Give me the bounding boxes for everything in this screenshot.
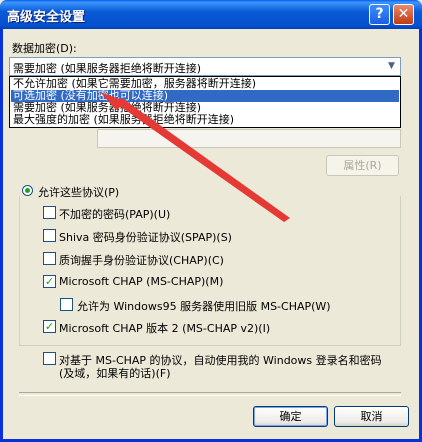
separator (19, 392, 401, 396)
pap-checkbox[interactable] (43, 206, 56, 219)
mschap-v2-label: Microsoft CHAP 版本 2 (MS-CHAP v2)(I) (59, 322, 271, 335)
encryption-option[interactable]: 最大强度的加密 (如果服务器拒绝将断开连接) (11, 114, 399, 126)
encryption-combobox[interactable]: 需要加密 (如果服务器拒绝将断开连接) ▼ (9, 57, 401, 76)
spap-checkbox[interactable] (43, 229, 56, 242)
encryption-selected-value: 需要加密 (如果服务器拒绝将断开连接) (13, 62, 202, 75)
properties-button: 属性(R) (326, 155, 399, 176)
window-title: 高级安全设置 (7, 10, 86, 25)
cancel-button[interactable]: 取消 (334, 406, 409, 427)
close-button[interactable]: ✕ (393, 4, 414, 25)
auth-method-combobox-disabled (97, 129, 401, 148)
auto-logon-checkbox[interactable] (43, 352, 56, 365)
chap-label: 质询握手身份验证协议(CHAP)(C) (59, 254, 224, 267)
data-encryption-label: 数据加密(D): (12, 42, 77, 55)
legacy-mschap-label: 允许为 Windows95 服务器使用旧版 MS-CHAP(W) (77, 300, 331, 313)
legacy-mschap-checkbox[interactable] (60, 298, 73, 311)
mschap-checkbox[interactable]: ✓ (43, 275, 56, 288)
spap-label: Shiva 密码身份验证协议(SPAP)(S) (59, 231, 232, 244)
chevron-down-icon[interactable]: ▼ (383, 58, 400, 75)
chap-checkbox[interactable] (43, 252, 56, 265)
allow-protocols-radio[interactable] (22, 185, 33, 196)
ok-button[interactable]: 确定 (253, 406, 328, 427)
mschap-label: Microsoft CHAP (MS-CHAP)(M) (59, 275, 224, 288)
mschap-v2-checkbox[interactable]: ✓ (43, 320, 56, 333)
pap-label: 不加密的密码(PAP)(U) (59, 208, 171, 221)
encryption-dropdown-list: 不允许加密 (如果它需要加密，服务器将断开连接) 可选加密 (没有加密也可以连接… (9, 76, 401, 128)
title-bar[interactable]: 高级安全设置 ? ✕ (0, 0, 422, 29)
auto-logon-label-line2: (及域，如果有的话)(F) (59, 367, 171, 380)
help-button[interactable]: ? (369, 4, 390, 25)
